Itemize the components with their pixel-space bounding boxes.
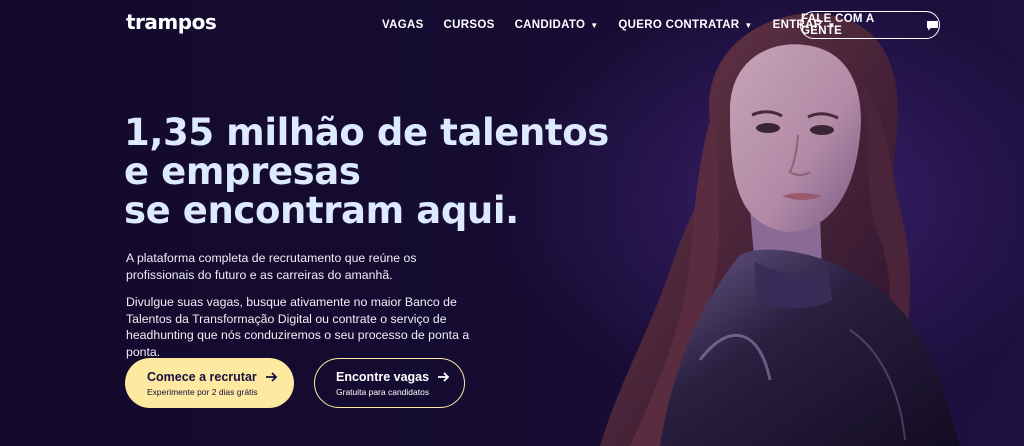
nav-candidato[interactable]: CANDIDATO ▼ [515,19,599,31]
chat-bubble-icon [927,20,939,30]
arrow-right-icon [265,372,278,382]
nav-vagas-label: VAGAS [382,19,424,31]
trampos-logo[interactable]: trampos [126,10,217,34]
start-recruiting-subtitle: Experimente por 2 dias grátis [147,387,258,397]
hero-details: Divulgue suas vagas, busque ativamente n… [126,295,470,359]
start-recruiting-label: Comece a recrutar [147,370,257,384]
hero-description: A plataforma completa de recrutamento qu… [126,251,417,282]
arrow-right-icon [438,372,450,382]
nav-cursos-label: CURSOS [443,19,495,31]
nav-vagas[interactable]: VAGAS [382,19,424,31]
hero-headline: 1,35 milhão de talentos e empresas se en… [124,113,644,230]
nav-candidato-label: CANDIDATO [514,19,586,31]
headline-line-1: 1,35 milhão de talentos [124,111,609,154]
nav-quero-contratar[interactable]: QUERO CONTRATAR ▼ [618,19,752,31]
chevron-down-icon: ▼ [590,20,599,30]
main-nav: VAGAS CURSOS CANDIDATO ▼ QUERO CONTRATAR… [382,19,856,31]
nav-cursos[interactable]: CURSOS [444,19,495,31]
headline-line-3: se encontram aqui. [124,189,519,232]
nav-quero-contratar-label: QUERO CONTRATAR [618,19,740,31]
headline-line-2: e empresas [124,150,361,193]
find-jobs-label: Encontre vagas [336,370,430,384]
contact-button-label: FALE COM A GENTE [801,13,875,37]
contact-button[interactable]: FALE COM A GENTE [800,11,940,39]
find-jobs-subtitle: Gratuita para candidatos [336,387,430,397]
chevron-down-icon: ▼ [744,20,753,30]
start-recruiting-button[interactable]: Comece a recrutar Experimente por 2 dias… [125,358,294,408]
find-jobs-button[interactable]: Encontre vagas Gratuita para candidatos [314,358,465,408]
